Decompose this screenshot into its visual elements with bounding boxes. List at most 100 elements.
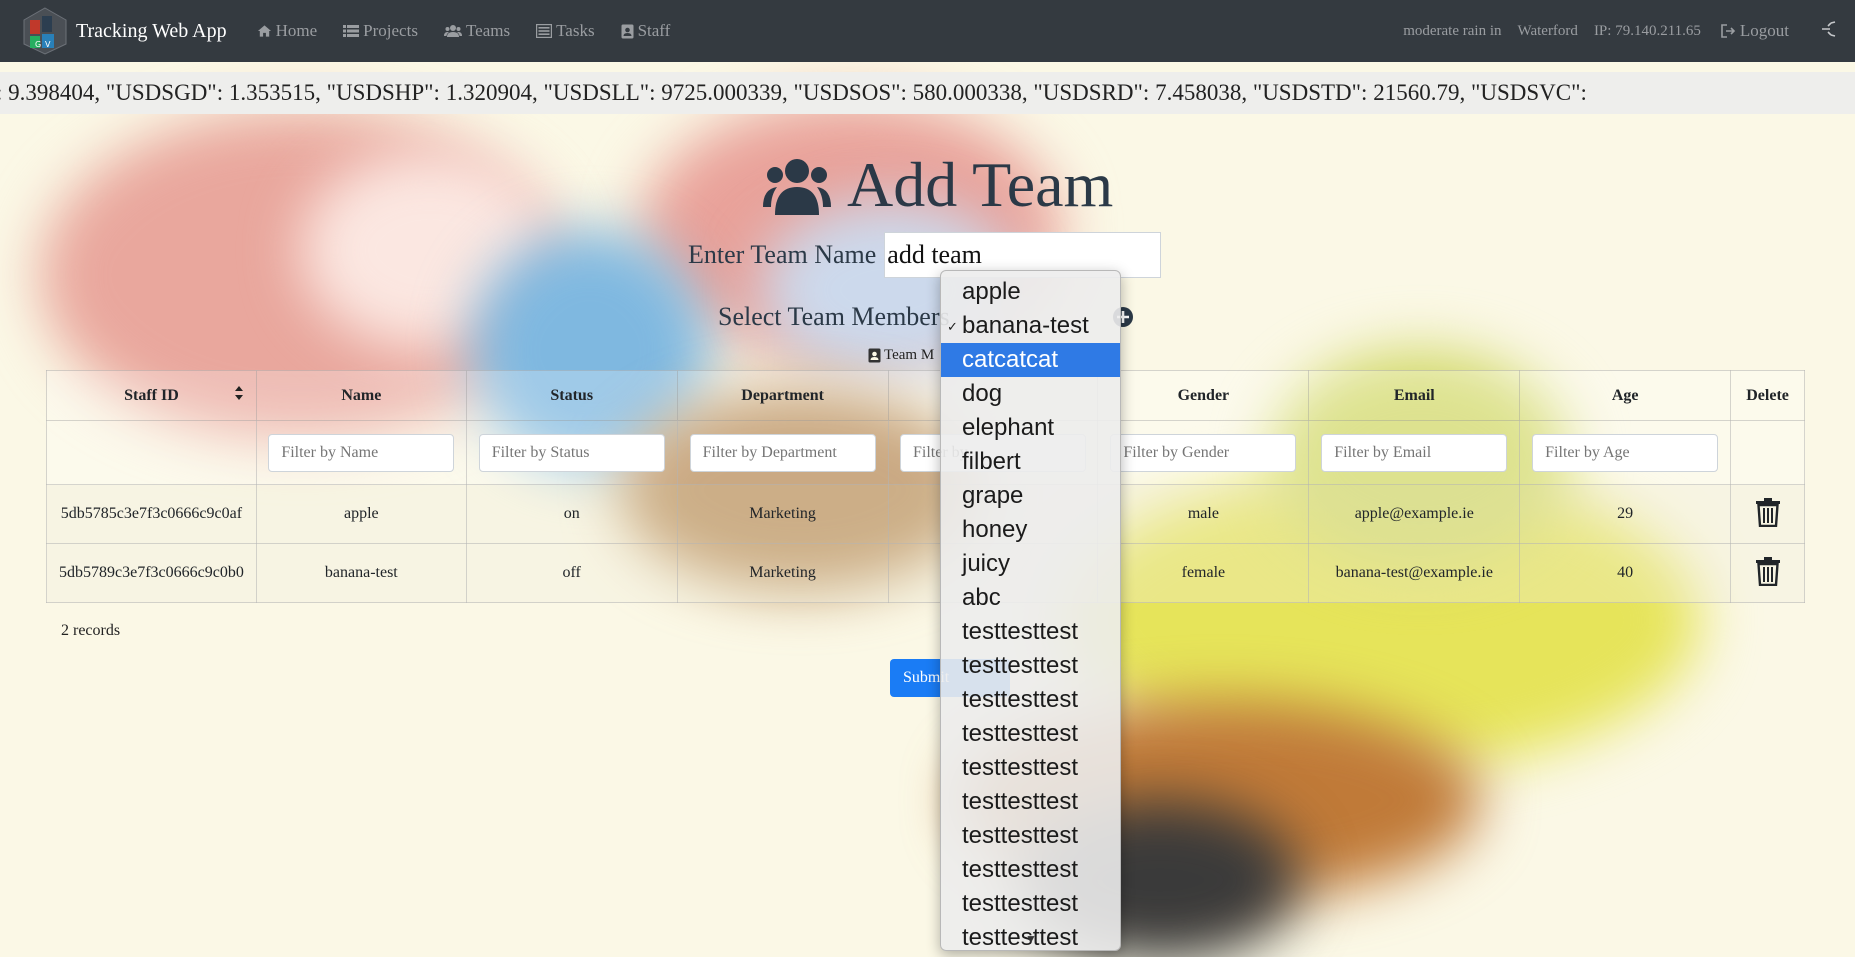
column-header-label: Staff ID <box>124 386 179 404</box>
users-icon <box>443 25 462 37</box>
dropdown-option-label: testtesttest <box>962 720 1079 747</box>
dropdown-option[interactable]: testtesttest <box>941 887 1120 921</box>
dropdown-option-label: honey <box>962 516 1028 543</box>
dropdown-option[interactable]: honey <box>941 513 1120 547</box>
dropdown-option-label: filbert <box>962 448 1021 475</box>
cell-age: 40 <box>1519 543 1732 603</box>
logout-icon <box>1721 24 1736 38</box>
dropdown-option[interactable]: grape <box>941 479 1120 513</box>
filter-gender-input[interactable] <box>1110 433 1297 472</box>
dropdown-option[interactable]: elephant <box>941 411 1120 445</box>
table-row[interactable]: 5db5789c3e7f3c0666c9c0b0 banana-test off… <box>46 543 1805 603</box>
column-header-department[interactable]: Department <box>676 370 889 421</box>
dropdown-option[interactable]: testtesttest <box>941 853 1120 887</box>
home-icon <box>257 25 271 37</box>
filter-status-input[interactable] <box>478 433 665 472</box>
dropdown-option-label: testtesttest <box>962 618 1079 645</box>
dropdown-option-label: dog <box>962 380 1003 407</box>
scroll-down-icon[interactable]: ▼ <box>1025 932 1037 946</box>
navbar: G V Tracking Web App Home Projects Teams… <box>0 0 1855 62</box>
dropdown-option-label: testtesttest <box>962 856 1079 883</box>
dropdown-option[interactable]: juicy <box>941 547 1120 581</box>
dropdown-option-label: catcatcat <box>962 346 1059 373</box>
column-header-gender[interactable]: Gender <box>1097 370 1310 421</box>
column-header-staff-id[interactable]: Staff ID <box>46 370 257 421</box>
cell-email: apple@example.ie <box>1308 484 1521 544</box>
table-row[interactable]: 5db5785c3e7f3c0666c9c0af apple on Market… <box>46 484 1805 544</box>
nav-home-label: Home <box>275 21 318 40</box>
filter-department-input[interactable] <box>689 433 876 472</box>
team-name-label: Enter Team Name <box>688 240 877 269</box>
list-icon <box>343 25 360 37</box>
dropdown-option[interactable]: apple <box>941 275 1120 309</box>
dropdown-option-label: abc <box>962 584 1001 611</box>
cell-gender: male <box>1097 484 1310 544</box>
dropdown-option-label: grape <box>962 482 1024 509</box>
page-title-text: Add Team <box>847 149 1114 220</box>
trash-icon[interactable] <box>1755 556 1781 586</box>
logout-label: Logout <box>1739 21 1789 40</box>
check-icon: ✓ <box>947 319 958 334</box>
nav-staff[interactable]: Staff <box>621 21 671 41</box>
dropdown-option[interactable]: testtesttest <box>941 717 1120 751</box>
sort-icon[interactable] <box>234 385 244 401</box>
logout-link[interactable]: Logout <box>1721 21 1789 41</box>
dropdown-option-label: banana-test <box>962 312 1089 339</box>
dropdown-option[interactable]: filbert <box>941 445 1120 479</box>
dropdown-option[interactable]: testtesttest <box>941 819 1120 853</box>
brand-link[interactable]: G V Tracking Web App <box>20 6 227 56</box>
nav-tasks[interactable]: Tasks <box>536 21 595 41</box>
cell-status: on <box>465 484 678 544</box>
dropdown-option-label: testtesttest <box>962 652 1079 679</box>
filter-age-input[interactable] <box>1532 433 1719 472</box>
column-header-email[interactable]: Email <box>1308 370 1521 421</box>
brand-title: Tracking Web App <box>76 19 227 42</box>
team-members-dropdown[interactable]: apple ✓ banana-test catcatcat dog elephant fil… <box>940 270 1121 951</box>
dropdown-option-label: testtesttest <box>962 686 1079 713</box>
dropdown-option-label: testtesttest <box>962 924 1079 951</box>
users-icon <box>763 159 831 215</box>
id-badge-icon <box>621 24 634 38</box>
team-members-tag-label: Team M <box>884 347 935 363</box>
dropdown-option-label: elephant <box>962 414 1055 441</box>
dropdown-option-label: testtesttest <box>962 754 1079 781</box>
dropdown-option[interactable]: testtesttest <box>941 683 1120 717</box>
cell-staff-id: 5db5789c3e7f3c0666c9c0b0 <box>46 543 257 603</box>
id-badge-icon <box>868 348 881 363</box>
city-text: Waterford <box>1517 22 1578 39</box>
column-header-age[interactable]: Age <box>1519 370 1732 421</box>
nav-projects[interactable]: Projects <box>343 21 418 41</box>
cell-delete <box>1730 543 1805 603</box>
dropdown-option[interactable]: testtesttest <box>941 615 1120 649</box>
cell-email: banana-test@example.ie <box>1308 543 1521 603</box>
dropdown-option[interactable]: ✓ banana-test <box>941 309 1120 343</box>
filter-email-input[interactable] <box>1321 433 1508 472</box>
dropdown-option[interactable]: testtesttest <box>941 751 1120 785</box>
cell-name: banana-test <box>255 543 467 603</box>
dropdown-option[interactable]: testtesttest <box>941 649 1120 683</box>
column-header-name[interactable]: Name <box>255 370 467 421</box>
svg-text:G: G <box>35 40 41 49</box>
table-header-row: Staff ID Name Status Department Gender E… <box>46 370 1805 421</box>
tasks-icon <box>536 24 553 38</box>
nav-teams[interactable]: Teams <box>443 21 511 41</box>
dropdown-option[interactable]: catcatcat <box>941 343 1120 377</box>
nav-teams-label: Teams <box>465 21 511 40</box>
dropdown-option[interactable]: testtesttest <box>941 785 1120 819</box>
cell-staff-id: 5db5785c3e7f3c0666c9c0af <box>46 484 257 544</box>
filter-name-input[interactable] <box>268 433 455 472</box>
theme-toggle-icon[interactable] <box>1819 20 1837 43</box>
nav-staff-label: Staff <box>637 21 671 40</box>
nav-home[interactable]: Home <box>257 21 318 41</box>
logo-icon: G V <box>20 6 70 56</box>
dropdown-option-label: juicy <box>962 550 1011 577</box>
dropdown-option[interactable]: dog <box>941 377 1120 411</box>
trash-icon[interactable] <box>1755 497 1781 527</box>
cell-department: Marketing <box>676 484 889 544</box>
cell-age: 29 <box>1519 484 1732 544</box>
ip-text: IP: 79.140.211.65 <box>1593 22 1701 39</box>
dropdown-option[interactable]: abc <box>941 581 1120 615</box>
record-count: 2 records <box>61 622 121 639</box>
column-header-status[interactable]: Status <box>465 370 678 421</box>
staff-table: Staff ID Name Status Department Gender E… <box>46 370 1805 603</box>
